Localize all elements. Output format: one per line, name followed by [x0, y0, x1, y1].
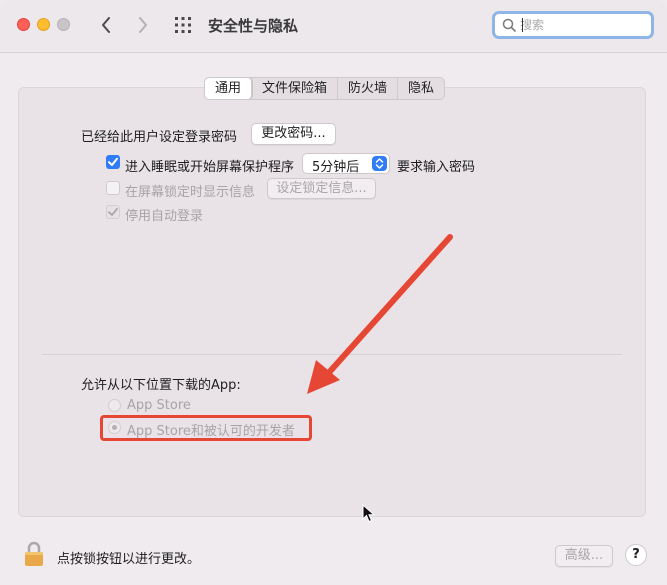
chevron-right-icon [139, 17, 147, 33]
require-password-suffix: 要求输入密码 [397, 160, 476, 175]
change-password-button[interactable]: 更改密码... [251, 123, 336, 145]
disable-auto-login-label: 停用自动登录 [125, 209, 204, 224]
minimize-window-button[interactable] [37, 18, 50, 31]
settings-panel [18, 87, 646, 517]
tab-bar: 通用 文件保险箱 防火墙 隐私 [204, 77, 446, 100]
window-title: 安全性与隐私 [208, 17, 299, 35]
lock-icon[interactable] [23, 540, 45, 568]
forward-button[interactable] [132, 13, 154, 37]
select-stepper-icon [372, 156, 387, 171]
lock-hint-text: 点按锁按钮以进行更改。 [57, 552, 201, 567]
password-delay-value: 5分钟后 [312, 160, 360, 175]
back-button[interactable] [95, 13, 117, 37]
grid-icon [175, 17, 191, 33]
tab-filevault[interactable]: 文件保险箱 [252, 78, 339, 99]
password-set-label: 已经给此用户设定登录密码 [81, 130, 238, 145]
checkmark-icon [108, 207, 118, 216]
search-icon [502, 18, 516, 32]
tab-firewall[interactable]: 防火墙 [338, 78, 399, 99]
chevron-left-icon [102, 17, 110, 33]
require-password-checkbox[interactable] [106, 155, 120, 169]
search-input[interactable] [520, 18, 640, 32]
radio-app-store-label: App Store [127, 398, 191, 413]
text-caret [522, 18, 523, 32]
system-preferences-window: 安全性与隐私 通用 文件保险箱 防火墙 隐私 已经给此用户设定登录密码 更改密码… [0, 0, 667, 585]
close-window-button[interactable] [17, 18, 30, 31]
help-button[interactable]: ? [625, 544, 647, 566]
annotation-highlight-box [100, 415, 312, 441]
zoom-window-button[interactable] [57, 18, 70, 31]
title-bar: 安全性与隐私 [0, 0, 667, 53]
search-field[interactable] [492, 11, 654, 39]
show-all-button[interactable] [174, 16, 192, 34]
download-source-heading: 允许从以下位置下载的App: [81, 378, 241, 393]
disable-auto-login-checkbox[interactable] [106, 205, 120, 219]
password-delay-select[interactable]: 5分钟后 [302, 153, 390, 175]
radio-app-store[interactable] [108, 399, 121, 412]
set-lock-message-button[interactable]: 设定锁定信息... [267, 178, 376, 199]
checkmark-icon [108, 157, 118, 166]
show-message-checkbox[interactable] [106, 181, 120, 195]
section-divider [42, 354, 622, 355]
show-message-label: 在屏幕锁定时显示信息 [125, 185, 256, 200]
tab-privacy[interactable]: 隐私 [398, 78, 444, 99]
advanced-button[interactable]: 高级... [555, 545, 613, 567]
mouse-cursor-icon [362, 504, 376, 523]
tab-general[interactable]: 通用 [205, 78, 253, 99]
require-password-label: 进入睡眠或开始屏幕保护程序 [125, 160, 295, 175]
